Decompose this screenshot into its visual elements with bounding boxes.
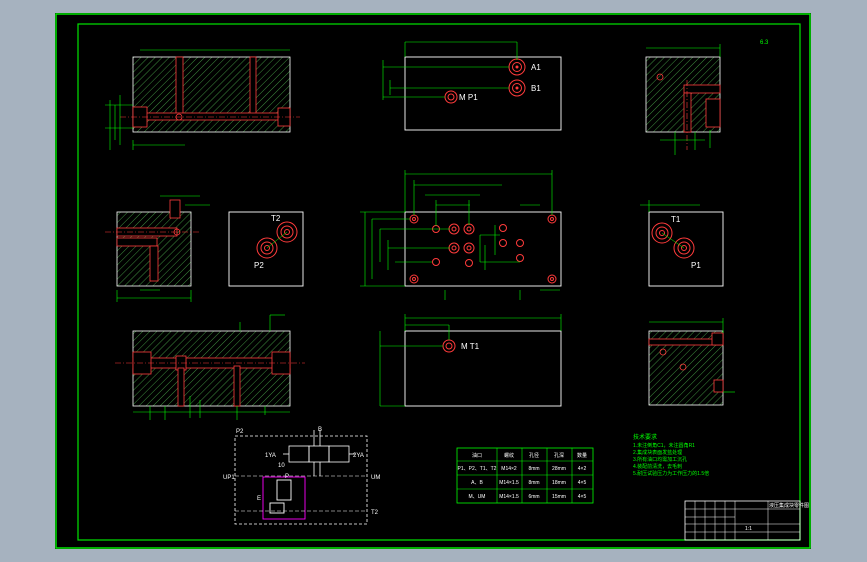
label-mt1: M T1 xyxy=(461,342,480,351)
table-cell: 28mm xyxy=(552,466,566,472)
table-cell: A、B xyxy=(471,480,483,486)
notes-line: 3.所有油口均需加工沉孔 xyxy=(633,456,687,463)
section-view-bottom-left xyxy=(115,330,305,407)
schematic-label-up1: UP1 xyxy=(223,475,235,481)
schematic-label-ya: 1YA xyxy=(265,453,276,459)
schematic-label-yb: 2YA xyxy=(353,453,364,459)
schematic-label-b: B xyxy=(318,427,322,433)
notes-line: 2.集成块表面发蓝处理 xyxy=(633,449,682,456)
notes-line: 4.装配前清洗，去毛刺 xyxy=(633,463,682,470)
table-cell: M、UM xyxy=(469,494,486,500)
label-a1: A1 xyxy=(531,63,541,72)
notes-line: 1.未注倒角C1，未注圆角R1 xyxy=(633,442,695,449)
table-cell: 6mm xyxy=(528,494,539,500)
section-view-bottom-right xyxy=(648,330,724,406)
schematic-label-p2: P2 xyxy=(236,429,244,435)
label-p1: P1 xyxy=(691,261,701,270)
label-p2: P2 xyxy=(254,261,264,270)
table-cell: 8mm xyxy=(528,466,539,472)
schematic-label-t2: T2 xyxy=(371,510,379,516)
schematic-label-mark: 10 xyxy=(278,463,285,469)
table-cell: 8mm xyxy=(528,480,539,486)
table-cell: 4×5 xyxy=(578,494,587,500)
table-header-thread: 螺纹 xyxy=(504,452,514,459)
table-header-port: 油口 xyxy=(472,452,482,459)
table-cell: M14×1.5 xyxy=(499,494,519,500)
label-t2: T2 xyxy=(271,214,281,223)
section-view-mid-left xyxy=(105,199,200,287)
section-view-top-left xyxy=(120,56,300,133)
label-t1: T1 xyxy=(671,215,681,224)
schematic-label-e: E xyxy=(257,496,261,502)
table-header-depth: 孔深 xyxy=(554,452,564,459)
title-block-title: 液压集成块零件图 xyxy=(769,502,809,509)
schematic-label-um: UM xyxy=(371,475,380,481)
table-header-qty: 数量 xyxy=(577,452,587,459)
schematic-label-p: P xyxy=(285,474,289,480)
table-cell: 4×2 xyxy=(578,466,587,472)
title-block-scale: 1:1 xyxy=(745,526,752,532)
notes-line: 5.耐压试验压力为工作压力的1.5倍 xyxy=(633,470,709,477)
notes-title: 技术要求 xyxy=(633,433,657,441)
table-cell: M14×2 xyxy=(501,466,517,472)
table-cell: M14×1.5 xyxy=(499,480,519,486)
label-b1: B1 xyxy=(531,84,541,93)
table-cell: 18mm xyxy=(552,480,566,486)
table-cell: 15mm xyxy=(552,494,566,500)
table-cell: 4×5 xyxy=(578,480,587,486)
roughness-mark: 6.3 xyxy=(760,40,769,46)
label-mp1: M P1 xyxy=(459,93,478,102)
table-header-diameter: 孔径 xyxy=(529,452,539,459)
cad-drawing-canvas: A1 B1 M P1 6.3 T2 P2 T1 P1 M T1 P2 B 1YA… xyxy=(55,13,811,549)
table-cell: P1、P2、T1、T2 xyxy=(458,466,497,472)
